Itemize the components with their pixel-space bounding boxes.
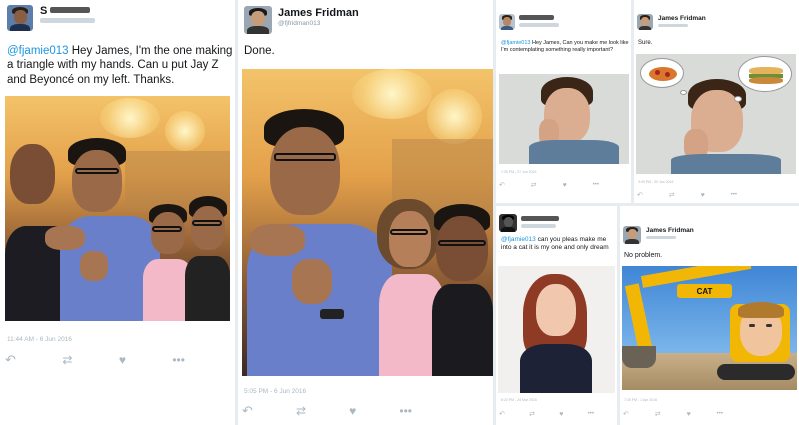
retweet-icon[interactable]: ⇄ [669, 191, 675, 199]
tweet-timestamp[interactable]: 11:44 AM - 6 Jun 2016 [7, 336, 72, 343]
like-icon[interactable]: ♥ [559, 411, 563, 418]
pizza-thought-bubble [640, 58, 684, 88]
reply-icon[interactable]: ↶ [637, 191, 643, 199]
reply-icon[interactable]: ↶ [242, 403, 253, 419]
more-icon[interactable]: ••• [731, 192, 737, 198]
tweet-actions: ↶ ⇄ ♥ ••• [637, 190, 737, 200]
tweet-text: Sure. [638, 40, 653, 46]
tweet-timestamp[interactable]: 8:20 PM - 24 Mar 2016 [501, 398, 537, 402]
tweet-card-reply-1: James Fridman @fjfridman013 Done. 5:05 P… [238, 0, 493, 425]
tweet-text: @fjamie013 Hey James, I'm the one making… [7, 45, 233, 86]
like-icon[interactable]: ♥ [119, 353, 126, 367]
redacted-handle [521, 224, 556, 228]
tweet-photo[interactable] [498, 266, 615, 393]
redacted-handle [40, 18, 95, 23]
redacted-name [50, 7, 90, 13]
reply-icon[interactable]: ↶ [499, 410, 505, 418]
more-icon[interactable]: ••• [593, 182, 599, 188]
user-name[interactable]: James Fridman [278, 7, 359, 19]
tweet-card-request-2: @fjamie013 Hey James, Can you make me lo… [496, 0, 631, 203]
tweet-timestamp[interactable]: 5:05 PM - 6 Jun 2016 [244, 388, 306, 395]
tweet-card-reply-2: James Fridman Sure. 3:49 PM - 30 Jun 201… [634, 0, 799, 203]
tweet-card-request-1: S @fjamie013 Hey James, I'm the one maki… [0, 0, 235, 425]
mention-link[interactable]: @fjamie013 [501, 236, 536, 243]
redacted-name [519, 15, 554, 20]
reply-icon[interactable]: ↶ [5, 352, 16, 368]
like-icon[interactable]: ♥ [563, 182, 567, 189]
retweet-icon[interactable]: ⇄ [531, 181, 537, 189]
tweet-text: Done. [244, 45, 275, 57]
tweet-actions: ↶ ⇄ ♥ ••• [242, 403, 412, 419]
like-icon[interactable]: ♥ [349, 404, 356, 418]
tweet-card-request-3: @fjamie013 can you pleas make me into a … [496, 206, 617, 425]
redacted-name [521, 216, 559, 221]
tweet-text: No problem. [624, 252, 663, 259]
tweet-text: @fjamie013 Hey James, Can you make me lo… [501, 40, 629, 54]
tweet-photo[interactable] [499, 74, 629, 164]
tweet-actions: ↶ ⇄ ♥ ••• [623, 409, 723, 419]
cat-brand-label: CAT [696, 286, 713, 296]
tweet-photo[interactable] [5, 96, 230, 321]
tweet-actions: ↶ ⇄ ♥ ••• [499, 409, 594, 419]
user-name[interactable]: James Fridman [646, 227, 694, 234]
tweet-card-reply-3: James Fridman No problem. CAT 7:35 PM - … [620, 206, 799, 425]
retweet-icon[interactable]: ⇄ [296, 404, 306, 418]
redacted-handle [519, 23, 559, 27]
user-avatar[interactable] [499, 14, 515, 30]
like-icon[interactable]: ♥ [701, 192, 705, 199]
tweet-photo[interactable] [242, 69, 493, 376]
retweet-icon[interactable]: ⇄ [529, 410, 535, 418]
tweet-photo[interactable]: CAT [622, 266, 797, 390]
james-fridman-avatar[interactable] [623, 226, 641, 244]
redacted-handle [646, 236, 676, 239]
james-fridman-avatar[interactable] [637, 14, 653, 30]
user-avatar[interactable] [499, 214, 517, 232]
tweet-text: @fjamie013 can you pleas make me into a … [501, 236, 609, 252]
user-name[interactable]: James Fridman [658, 15, 706, 22]
james-fridman-avatar[interactable] [244, 6, 272, 34]
user-name[interactable]: S [40, 5, 47, 17]
retweet-icon[interactable]: ⇄ [655, 410, 661, 418]
user-handle[interactable]: @fjfridman013 [278, 20, 320, 27]
reply-icon[interactable]: ↶ [499, 181, 505, 189]
more-icon[interactable]: ••• [172, 353, 185, 367]
tweet-timestamp[interactable]: 7:35 PM - 27 Jun 2016 [501, 170, 536, 174]
tweet-timestamp[interactable]: 3:49 PM - 30 Jun 2016 [638, 180, 673, 184]
tweet-photo[interactable] [636, 54, 796, 174]
user-avatar[interactable] [7, 5, 33, 31]
sandwich-thought-bubble [738, 56, 792, 92]
like-icon[interactable]: ♥ [687, 411, 691, 418]
tweet-actions: ↶ ⇄ ♥ ••• [499, 180, 599, 190]
reply-icon[interactable]: ↶ [623, 410, 629, 418]
more-icon[interactable]: ••• [588, 411, 594, 417]
mention-link[interactable]: @fjamie013 [7, 45, 69, 57]
tweet-timestamp[interactable]: 7:35 PM - 1 Apr 2016 [624, 398, 657, 402]
redacted-handle [658, 24, 688, 27]
mention-link[interactable]: @fjamie013 [501, 40, 530, 46]
more-icon[interactable]: ••• [717, 411, 723, 417]
retweet-icon[interactable]: ⇄ [62, 353, 72, 367]
more-icon[interactable]: ••• [399, 404, 412, 418]
tweet-actions: ↶ ⇄ ♥ ••• [5, 352, 185, 368]
